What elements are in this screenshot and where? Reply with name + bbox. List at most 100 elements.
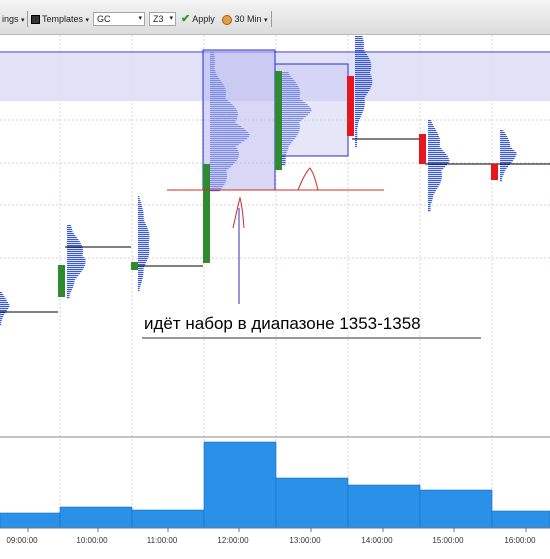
profile-row: [67, 267, 84, 269]
profile-row: [355, 108, 364, 110]
templates-icon: [31, 15, 40, 25]
profile-row: [355, 60, 371, 62]
profile-row: [500, 150, 515, 152]
profile-row: [355, 62, 371, 64]
profile-row: [355, 90, 370, 92]
profile-row: [138, 240, 150, 242]
profile-row: [138, 220, 145, 222]
profile-row: [500, 146, 511, 148]
profile-row: [500, 160, 513, 162]
profile-row: [500, 142, 510, 144]
profile-row: [0, 314, 5, 316]
profile-row: [138, 284, 141, 286]
profile-row: [138, 280, 143, 282]
profile-row: [0, 292, 3, 294]
profile-row: [355, 54, 368, 56]
profile-row: [138, 270, 144, 272]
profile-row: [428, 154, 447, 156]
profile-row: [428, 176, 442, 178]
hand-drawn-annotations: [142, 167, 481, 339]
contract-select[interactable]: Z3 ▾: [149, 12, 176, 26]
profile-row: [428, 180, 442, 182]
profile-row: [138, 204, 142, 206]
profile-row: [67, 225, 71, 227]
time-tick-label: 10:00:00: [76, 536, 108, 545]
profile-row: [67, 287, 73, 289]
profile-row: [0, 320, 2, 322]
profile-row: [428, 210, 431, 212]
profile-row: [0, 296, 5, 298]
timeframe-select[interactable]: 30 Min ▾: [222, 12, 268, 26]
time-tick-label: 15:00:00: [432, 536, 464, 545]
profile-row: [138, 238, 150, 240]
profile-row: [67, 261, 86, 263]
profile-row: [428, 122, 432, 124]
profile-row: [67, 279, 76, 281]
profile-row: [355, 58, 370, 60]
profile-row: [138, 228, 148, 230]
profile-row: [138, 206, 143, 208]
instrument-select[interactable]: GC ▾: [93, 12, 145, 26]
hand-arc-mark: [297, 167, 319, 191]
profile-row: [355, 72, 370, 74]
profile-row: [138, 268, 144, 270]
profile-row: [428, 160, 450, 162]
profile-row: [428, 126, 434, 128]
profile-row: [0, 294, 4, 296]
profile-row: [428, 138, 440, 140]
profile-row: [500, 174, 504, 176]
settings-menu[interactable]: ings ▾: [2, 12, 25, 26]
profile-row: [67, 235, 76, 237]
selection-box-main: [202, 49, 276, 191]
toolbar-separator: [27, 11, 28, 27]
profile-row: [67, 255, 83, 257]
volume-bar: [275, 477, 349, 529]
profile-row: [138, 248, 150, 250]
profile-row: [428, 198, 433, 200]
profile-row: [138, 200, 141, 202]
time-tick-label: 16:00:00: [504, 536, 536, 545]
apply-button[interactable]: ✔ Apply: [181, 12, 215, 26]
open-close-bar: [419, 134, 426, 164]
profile-row: [0, 304, 10, 306]
volume-bar: [59, 506, 133, 529]
profile-row: [355, 46, 364, 48]
market-profile-chart[interactable]: 09:00:00 10:00:00 11:00:00 12:00:00 13:00:00…: [0, 35, 550, 559]
profile-row: [428, 134, 439, 136]
profile-row: [355, 38, 363, 40]
profile-row: [355, 48, 364, 50]
templates-button[interactable]: Templates ▾: [31, 12, 89, 26]
open-close-bar: [203, 164, 210, 263]
profile-row: [355, 44, 364, 46]
profile-row: [428, 130, 437, 132]
volume-bar: [0, 512, 61, 529]
profile-row: [355, 94, 367, 96]
profile-row: [138, 232, 149, 234]
profile-row: [428, 194, 434, 196]
profile-row: [138, 218, 144, 220]
profile-row: [355, 140, 358, 142]
volume-bar: [131, 509, 205, 529]
profile-row: [67, 231, 73, 233]
profile-row: [355, 124, 359, 126]
profile-row: [138, 254, 149, 256]
instrument-value: GC: [97, 14, 111, 24]
profile-row: [428, 200, 433, 202]
profile-row: [500, 152, 517, 154]
chart-toolbar: ings ▾ Templates ▾ GC ▾ Z3 ▾ ✔ Apply 30 Mi…: [0, 0, 550, 35]
profile-row: [500, 170, 505, 172]
profile-row: [138, 216, 144, 218]
time-tick-label: 14:00:00: [361, 536, 393, 545]
profile-row: [138, 286, 141, 288]
profile-row: [355, 116, 361, 118]
profile-row: [355, 102, 365, 104]
profile-row: [428, 178, 442, 180]
profile-row: [428, 186, 439, 188]
profile-row: [67, 269, 83, 271]
profile-row: [67, 291, 71, 293]
profile-row: [355, 132, 358, 134]
profile-row: [355, 92, 368, 94]
chevron-down-icon: ▾: [21, 17, 25, 24]
profile-row: [355, 96, 366, 98]
profile-row: [0, 306, 10, 308]
